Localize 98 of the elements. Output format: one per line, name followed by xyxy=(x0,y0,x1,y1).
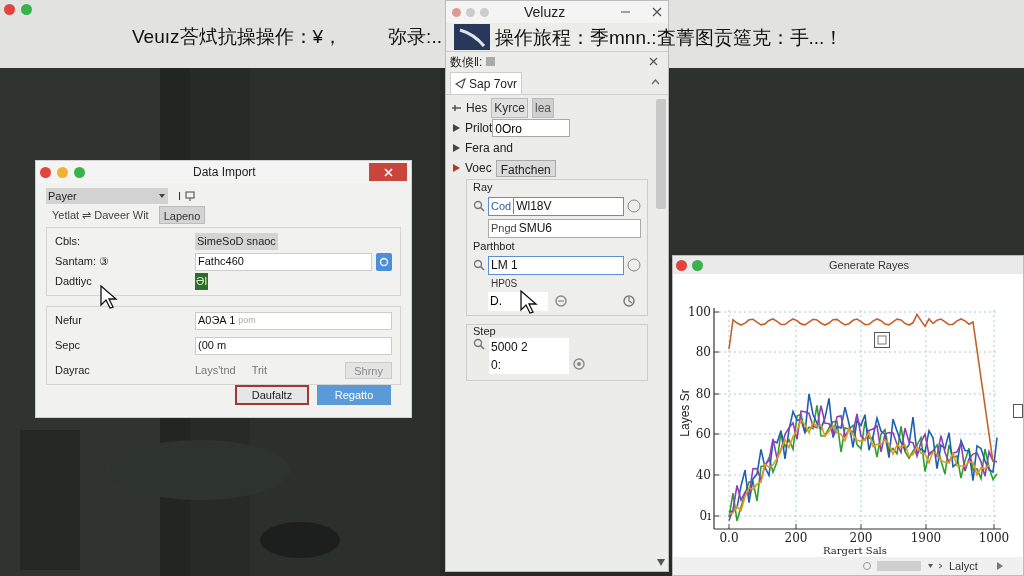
group-label: Parthbot xyxy=(473,240,516,253)
text-field[interactable]: (00 m xyxy=(195,336,392,355)
field-value: Wl18V xyxy=(515,198,553,215)
settings-button[interactable] xyxy=(376,252,392,271)
tab[interactable]: Lapeno xyxy=(158,206,206,224)
field-value: 0: xyxy=(490,357,502,374)
text-field[interactable]: Fathc460 xyxy=(195,252,372,271)
tree-label: Prilot xyxy=(465,120,493,137)
option-label[interactable]: Lays'tnd xyxy=(195,362,236,379)
group-label: Step xyxy=(473,325,496,338)
option-label[interactable]: Trit xyxy=(251,362,268,379)
square-icon[interactable] xyxy=(1013,404,1023,418)
search-icon[interactable] xyxy=(473,200,485,212)
toolbar-label: I xyxy=(178,188,182,204)
field-prefix: Cod xyxy=(489,197,515,215)
play-icon[interactable] xyxy=(995,561,1004,571)
tick-label: 1900 xyxy=(910,531,942,545)
tick-label: 60 xyxy=(695,427,711,441)
caret-icon[interactable] xyxy=(656,558,666,567)
dropdown[interactable]: Payer xyxy=(46,188,168,204)
text-field[interactable]: 5000 2 0: xyxy=(489,338,569,374)
banner-title: Veuız荅烒抗操操作：¥， xyxy=(132,24,343,49)
tick-label: 1000 xyxy=(978,531,1010,545)
zoom-button[interactable] xyxy=(74,166,85,178)
text-field[interactable]: Pngd SMU6 xyxy=(488,218,641,238)
footer-label: Lalyct xyxy=(949,558,978,574)
legend-icon[interactable] xyxy=(874,332,890,348)
tick-label: 40 xyxy=(695,468,711,482)
clock-icon[interactable] xyxy=(623,295,635,307)
tree-label: Fera and xyxy=(465,140,514,157)
expand-arrow-icon[interactable] xyxy=(452,123,461,133)
field-hint: pom xyxy=(238,313,256,327)
window-title: Veluzz xyxy=(524,2,566,22)
status-tag: ƏI xyxy=(195,273,209,290)
tick-label: 80 xyxy=(695,387,711,401)
field-label: Nefur xyxy=(55,313,83,329)
close-icon[interactable] xyxy=(649,57,658,66)
scrollbar-thumb[interactable] xyxy=(656,99,666,209)
axis-label: Rargert Sals xyxy=(823,545,887,557)
axis-label: Layes Sr xyxy=(676,389,693,437)
close-button[interactable] xyxy=(676,259,687,271)
search-icon[interactable] xyxy=(473,259,485,271)
tab[interactable]: lea xyxy=(532,98,555,118)
tab[interactable]: Fathchen xyxy=(495,159,556,177)
field-prefix: Pngd xyxy=(490,220,518,236)
field-label: Santam: ③ xyxy=(55,254,111,270)
window-title: Data Import xyxy=(193,164,256,181)
field-label: Cbls: xyxy=(55,234,82,250)
tree-label: Voec xyxy=(465,160,492,177)
close-button[interactable] xyxy=(4,4,15,15)
value-chip: SimeSoD snaoc xyxy=(195,233,278,250)
field-value: (00 m xyxy=(198,338,227,354)
dialog-button[interactable]: Daufaltz xyxy=(235,385,309,405)
banner-title: 操作旅程：季mnn.:査菁图贡簉克：手...！ xyxy=(495,26,844,50)
caret-icon xyxy=(158,193,166,199)
zoom-button[interactable] xyxy=(692,259,703,271)
field-label: Dadtiyc xyxy=(55,274,93,290)
text-field[interactable]: 0Oro xyxy=(492,119,571,137)
window-title: Generate Rayes xyxy=(829,257,910,273)
caret-icon[interactable] xyxy=(927,563,943,569)
close-button[interactable] xyxy=(369,163,407,181)
tab[interactable]: Yetlat ⇌ Daveer Wit xyxy=(48,206,153,224)
tree-label: Hes xyxy=(466,100,488,117)
tick-label: 100 xyxy=(688,305,711,319)
search-icon[interactable] xyxy=(473,338,485,350)
square-icon xyxy=(486,57,496,66)
text-field[interactable]: LM 1 xyxy=(488,255,624,275)
expand-arrow-icon[interactable] xyxy=(452,143,461,153)
banner-title: 弥录:.. xyxy=(388,24,442,49)
field-label: Dayrac xyxy=(55,363,91,379)
field-caption: HP0S xyxy=(491,276,518,291)
tick-label: 200 xyxy=(849,531,873,545)
text-field[interactable]: Cod Wl18V xyxy=(488,196,624,216)
panel-header: 数倏‖: xyxy=(450,53,483,71)
tick-label: 80 xyxy=(695,345,711,359)
circle-icon[interactable] xyxy=(627,258,641,272)
tick-label: 0ı xyxy=(699,509,711,523)
tick-label: 0.0 xyxy=(719,531,739,545)
expand-arrow-icon[interactable] xyxy=(452,163,461,173)
tick-label: 200 xyxy=(784,531,808,545)
field-value: 5000 2 xyxy=(490,339,529,356)
field-value: Fathc460 xyxy=(198,254,244,270)
app-icon xyxy=(454,24,490,50)
field-label: Sepc xyxy=(55,338,82,354)
caret-icon[interactable] xyxy=(651,78,660,86)
field-value: SMU6 xyxy=(518,220,553,237)
circle-icon[interactable] xyxy=(627,199,641,213)
text-field[interactable]: A0ЭA 1 pom xyxy=(195,311,392,330)
close-button[interactable] xyxy=(40,166,51,178)
tab[interactable]: Kyrce xyxy=(491,98,529,118)
group-label: Ray xyxy=(473,181,494,194)
record-icon[interactable] xyxy=(573,358,585,370)
field-value: A0ЭA 1 xyxy=(198,313,236,329)
field-value: LM 1 xyxy=(490,257,519,274)
close-icon[interactable] xyxy=(652,7,662,17)
zoom-button[interactable] xyxy=(21,4,32,15)
scrollbar-thumb[interactable] xyxy=(877,561,921,571)
panel-tab[interactable]: Sap 7ovr xyxy=(450,72,523,94)
